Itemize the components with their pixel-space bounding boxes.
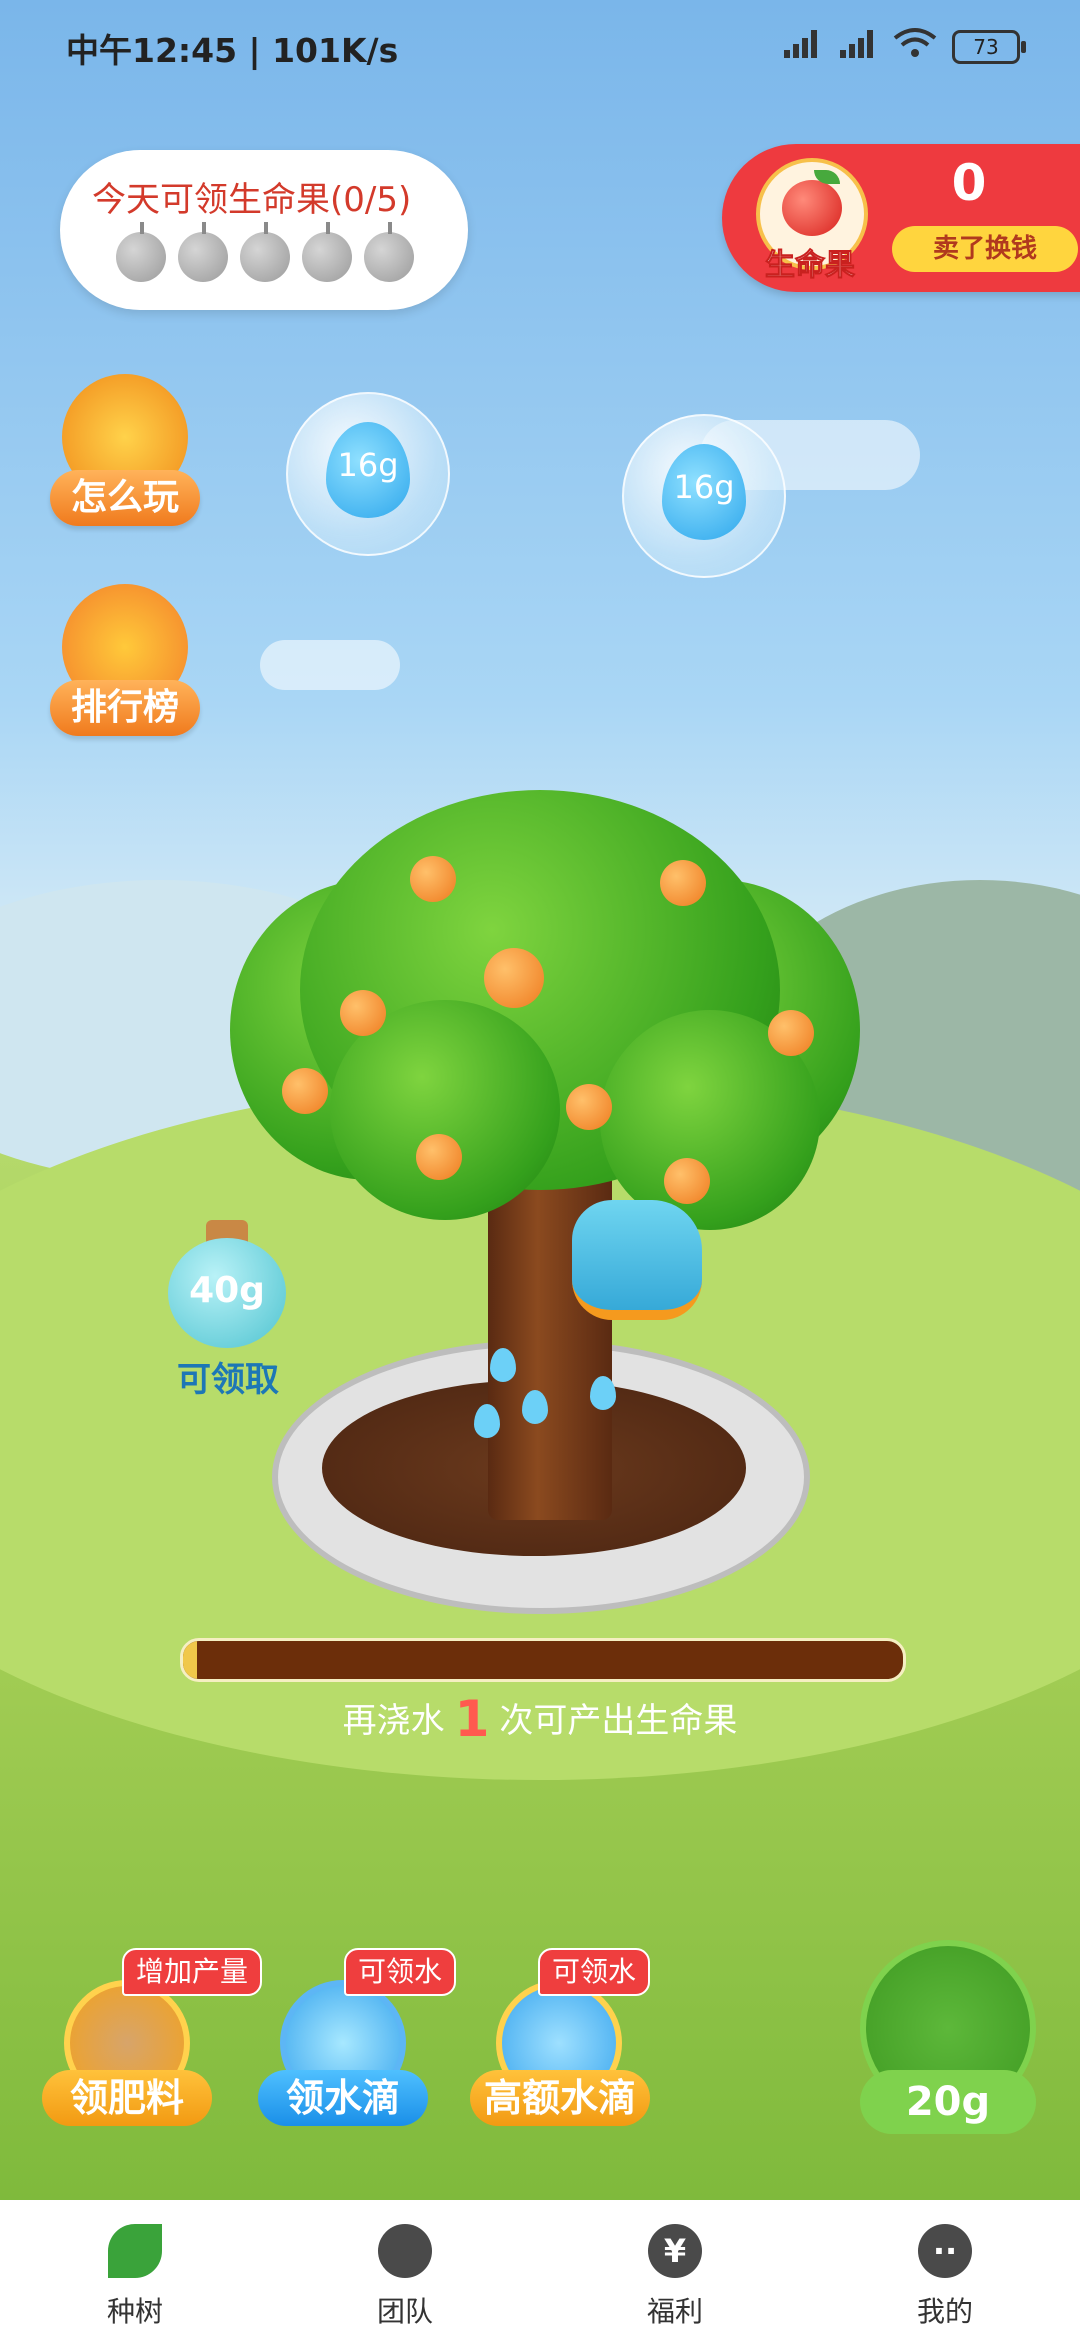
tree-game-screen: 中午12:45 | 101K/s 73 今天可领生命果(0/5) 生命果 0 卖… [0, 0, 1080, 2340]
sell-for-cash-button[interactable]: 卖了换钱 [892, 226, 1078, 272]
yen-icon: ¥ [648, 2224, 702, 2278]
apple-slot-icon [302, 222, 352, 282]
status-time: 中午12:45 | 101K/s [66, 31, 399, 70]
orange-fruit [416, 1134, 462, 1180]
growth-hint: 再浇水 1 次可产出生命果 [0, 1690, 1080, 1748]
tab-welfare[interactable]: ¥ 福利 [540, 2200, 810, 2340]
orange-fruit [566, 1084, 612, 1130]
leaderboard-button[interactable]: 排行榜 [50, 584, 200, 744]
growth-hint-suffix: 次可产出生命果 [499, 1701, 738, 1741]
boost-yield-tag: 增加产量 [122, 1948, 263, 1996]
tab-mine[interactable]: ·· 我的 [810, 2200, 1080, 2340]
water-available-tag: 可领水 [344, 1948, 457, 1996]
how-to-play-label: 怎么玩 [50, 470, 200, 526]
battery-icon: 73 [952, 30, 1026, 64]
watering-kettle-button[interactable]: 20g [860, 1940, 1036, 2136]
water-available-tag: 可领水 [538, 1948, 651, 1996]
water-bubble-amount: 16g [673, 468, 735, 506]
apple-icon [378, 2224, 432, 2278]
water-drop-icon [522, 1390, 548, 1424]
signal-icon [784, 28, 824, 58]
growth-hint-count: 1 [454, 1690, 490, 1748]
life-fruit-count: 0 [951, 154, 987, 212]
kettle-water-amount: 20g [860, 2070, 1036, 2134]
water-bubble[interactable]: 16g [286, 392, 450, 556]
water-drop-icon [490, 1348, 516, 1382]
daily-apples-row [116, 222, 414, 282]
bonus-water-drops-label: 高额水滴 [470, 2070, 650, 2126]
growth-progress-fill [183, 1641, 198, 1679]
orange-fruit [768, 1010, 814, 1056]
daily-fruit-title: 今天可领生命果(0/5) [92, 180, 412, 220]
apple-slot-icon [240, 222, 290, 282]
water-bubble[interactable]: 16g [622, 414, 786, 578]
daily-fruit-card[interactable]: 今天可领生命果(0/5) [60, 150, 468, 310]
orange-fruit [664, 1158, 710, 1204]
tab-plant-tree-label: 种树 [106, 2295, 163, 2328]
cloud [260, 640, 400, 690]
get-fertilizer-label: 领肥料 [42, 2070, 212, 2126]
bottle-claim-label[interactable]: 可领取 [160, 1352, 296, 1401]
tab-team-label: 团队 [376, 2295, 433, 2328]
orange-fruit [484, 948, 544, 1008]
growth-hint-prefix: 再浇水 [342, 1701, 445, 1741]
water-bubble-amount: 16g [337, 446, 399, 484]
apple-slot-icon [178, 222, 228, 282]
bonus-water-drops-button[interactable]: 高额水滴 可领水 [470, 1948, 651, 2140]
tab-mine-label: 我的 [916, 2295, 973, 2328]
leaderboard-label: 排行榜 [50, 680, 200, 736]
get-water-drops-button[interactable]: 领水滴 可领水 [258, 1948, 457, 2140]
orange-fruit [410, 856, 456, 902]
growth-progress-bar [180, 1638, 906, 1682]
water-drop-icon [590, 1376, 616, 1410]
get-water-drops-label: 领水滴 [258, 2070, 428, 2126]
orange-fruit [282, 1068, 328, 1114]
apple-slot-icon [364, 222, 414, 282]
face-icon: ·· [918, 2224, 972, 2278]
signal-hd-icon [840, 28, 880, 58]
watering-can-icon [572, 1200, 702, 1320]
water-drop-icon [474, 1404, 500, 1438]
life-fruit-label: 生命果 [765, 248, 856, 284]
how-to-play-button[interactable]: 怎么玩 [50, 374, 200, 534]
orange-fruit [340, 990, 386, 1036]
sprout-icon [108, 2224, 162, 2278]
status-bar: 中午12:45 | 101K/s 73 [0, 0, 1080, 96]
tab-welfare-label: 福利 [646, 2295, 703, 2328]
bottom-tab-bar: 种树 团队 ¥ 福利 ·· 我的 [0, 2200, 1080, 2340]
get-fertilizer-button[interactable]: 领肥料 增加产量 [42, 1948, 263, 2140]
water-bottle[interactable]: 40g [168, 1220, 286, 1348]
bottle-amount: 40g [189, 1270, 265, 1311]
tab-plant-tree[interactable]: 种树 [0, 2200, 270, 2340]
tab-team[interactable]: 团队 [270, 2200, 540, 2340]
wifi-icon [893, 28, 937, 57]
orange-fruit [660, 860, 706, 906]
life-fruit-banner[interactable]: 生命果 0 卖了换钱 [722, 144, 1080, 292]
apple-slot-icon [116, 222, 166, 282]
